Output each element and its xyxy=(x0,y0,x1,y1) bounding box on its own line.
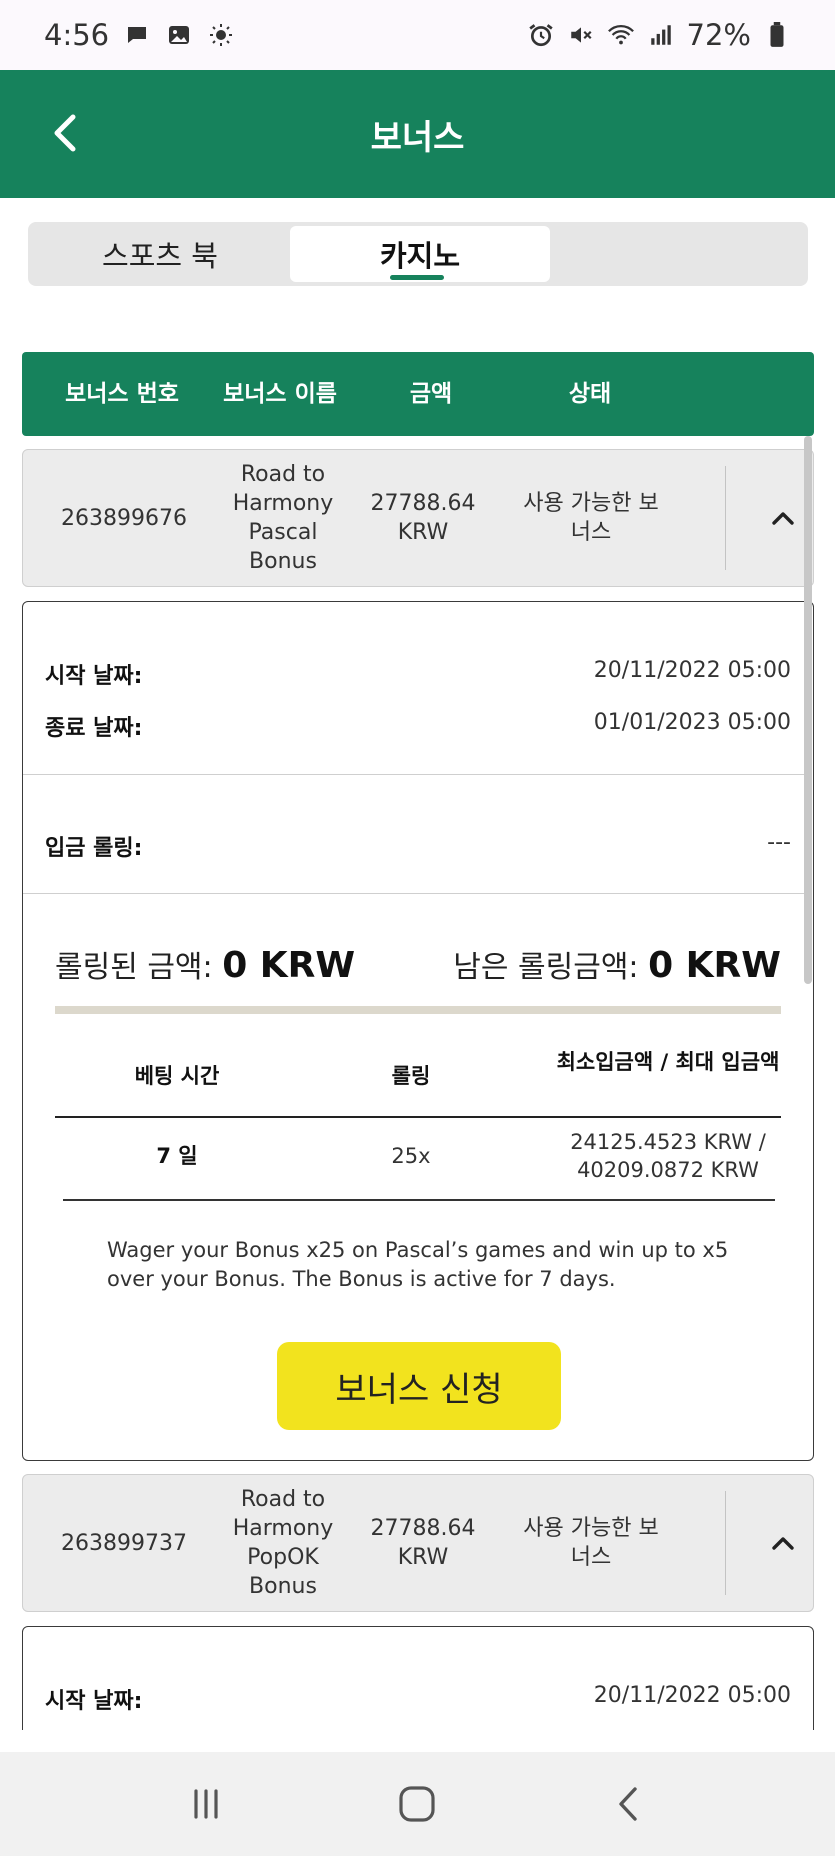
image-icon xyxy=(165,21,193,49)
page-title: 보너스 xyxy=(370,117,465,158)
tab-casino-label: 카지노 xyxy=(379,239,461,273)
home-icon xyxy=(399,1786,436,1822)
clock: 4:56 xyxy=(44,18,110,52)
header-amount: 금액 xyxy=(409,381,453,407)
bonus-status: 사용 가능한 보너스 xyxy=(523,491,659,545)
terms-header-deposit-range: 최소입금액 / 최대 입금액 xyxy=(556,1050,780,1074)
recents-icon xyxy=(194,1789,218,1819)
signal-icon xyxy=(647,21,675,49)
bonus-description: Wager your Bonus x25 on Pascal’s games a… xyxy=(107,1238,729,1291)
row-divider xyxy=(725,1491,726,1595)
terms-header-line xyxy=(55,1116,781,1118)
start-date-value: 20/11/2022 05:00 xyxy=(593,658,791,683)
divider xyxy=(23,774,812,775)
bonus-amount: 27788.64 KRW xyxy=(370,491,476,545)
chat-icon xyxy=(123,21,151,49)
rolling-summary: 롤링된 금액: 0 KRW 남은 롤링금액: 0 KRW xyxy=(55,942,781,986)
alarm-icon xyxy=(527,21,555,49)
bonus-name: Road to Harmony Pascal Bonus xyxy=(232,462,334,574)
remaining-amount: 남은 롤링금액: 0 KRW xyxy=(453,942,781,986)
header-bonus-number: 보너스 번호 xyxy=(65,381,179,407)
back-button[interactable] xyxy=(40,108,90,158)
rolling-progress-bar xyxy=(55,1006,781,1014)
terms-header-bet-time: 베팅 시간 xyxy=(134,1064,220,1088)
battery-icon xyxy=(763,21,791,49)
remaining-amount-value: 0 KRW xyxy=(648,945,781,986)
bonus-row[interactable]: 263899737 Road to Harmony PopOK Bonus 27… xyxy=(22,1474,814,1612)
bonus-detail-panel: 시작 날짜: 20/11/2022 05:00 종료 날짜: 01/01/202… xyxy=(22,601,814,1461)
start-date-value: 20/11/2022 05:00 xyxy=(593,1683,791,1708)
start-date-label: 시작 날짜: xyxy=(45,1689,143,1714)
collapse-button[interactable] xyxy=(763,1523,803,1563)
tab-casino[interactable]: 카지노 xyxy=(290,226,550,282)
mute-icon xyxy=(567,21,595,49)
end-date-label: 종료 날짜: xyxy=(45,716,143,741)
rolled-amount: 롤링된 금액: 0 KRW xyxy=(55,942,355,986)
terms-bottom-line xyxy=(63,1199,775,1201)
wifi-icon xyxy=(607,21,635,49)
bonus-id: 263899737 xyxy=(61,1530,187,1556)
terms-deposit-range: 24125.4523 KRW / 40209.0872 KRW xyxy=(570,1130,766,1182)
chevron-up-icon xyxy=(772,512,794,525)
deposit-rolling-row: 입금 롤링: --- xyxy=(45,830,791,862)
rolled-amount-value: 0 KRW xyxy=(222,945,356,986)
bonus-screen: 4:56 72% 보너스 스포츠 북 카지노 보너스 번호 보너스 이름 금액 … xyxy=(0,0,835,1856)
start-date-row: 시작 날짜: 20/11/2022 05:00 xyxy=(45,658,791,690)
rolled-amount-label: 롤링된 금액: xyxy=(55,950,213,985)
bonus-row[interactable]: 263899676 Road to Harmony Pascal Bonus 2… xyxy=(22,449,814,587)
sun-icon xyxy=(207,21,235,49)
status-bar: 4:56 72% xyxy=(0,0,835,70)
tab-sportsbook-label: 스포츠 북 xyxy=(102,239,218,273)
bonus-terms-table: 베팅 시간 롤링 최소입금액 / 최대 입금액 7 일 25x 24125.45… xyxy=(55,1038,781,1208)
remaining-amount-label: 남은 롤링금액: xyxy=(453,950,639,985)
bonus-status: 사용 가능한 보너스 xyxy=(523,1516,659,1570)
divider xyxy=(23,893,812,894)
back-icon xyxy=(619,1787,637,1821)
deposit-rolling-label: 입금 롤링: xyxy=(45,836,143,861)
terms-bet-time: 7 일 xyxy=(156,1144,198,1168)
bonus-detail-panel: 시작 날짜: 20/11/2022 05:00 xyxy=(22,1626,814,1730)
chevron-left-icon xyxy=(54,114,76,152)
active-tab-indicator xyxy=(390,275,444,280)
home-button[interactable] xyxy=(387,1774,447,1834)
tab-sportsbook[interactable]: 스포츠 북 xyxy=(32,226,288,282)
terms-rolling: 25x xyxy=(391,1144,431,1168)
bonus-table-header: 보너스 번호 보너스 이름 금액 상태 xyxy=(22,352,814,436)
collapse-button[interactable] xyxy=(763,498,803,538)
bonus-amount: 27788.64 KRW xyxy=(370,1516,476,1570)
end-date-value: 01/01/2023 05:00 xyxy=(593,710,791,735)
header-status: 상태 xyxy=(568,381,612,407)
bonus-id: 263899676 xyxy=(61,505,187,531)
system-nav-bar xyxy=(0,1752,835,1856)
row-divider xyxy=(725,466,726,570)
scrollbar[interactable] xyxy=(804,436,812,984)
deposit-rolling-value: --- xyxy=(767,830,791,855)
terms-header-rolling: 롤링 xyxy=(391,1064,431,1088)
start-date-row: 시작 날짜: 20/11/2022 05:00 xyxy=(45,1683,791,1715)
end-date-row: 종료 날짜: 01/01/2023 05:00 xyxy=(45,710,791,742)
chevron-up-icon xyxy=(772,1537,794,1550)
header-bonus-name: 보너스 이름 xyxy=(223,381,337,407)
bonus-list[interactable]: 263899676 Road to Harmony Pascal Bonus 2… xyxy=(0,436,835,1730)
app-header: 보너스 xyxy=(0,70,835,198)
category-tabs: 스포츠 북 카지노 xyxy=(28,222,808,286)
battery-percent: 72% xyxy=(686,18,751,52)
recents-button[interactable] xyxy=(176,1774,236,1834)
bonus-name: Road to Harmony PopOK Bonus xyxy=(232,1487,334,1599)
start-date-label: 시작 날짜: xyxy=(45,664,143,689)
system-back-button[interactable] xyxy=(599,1774,659,1834)
apply-bonus-button[interactable]: 보너스 신청 xyxy=(277,1342,561,1430)
